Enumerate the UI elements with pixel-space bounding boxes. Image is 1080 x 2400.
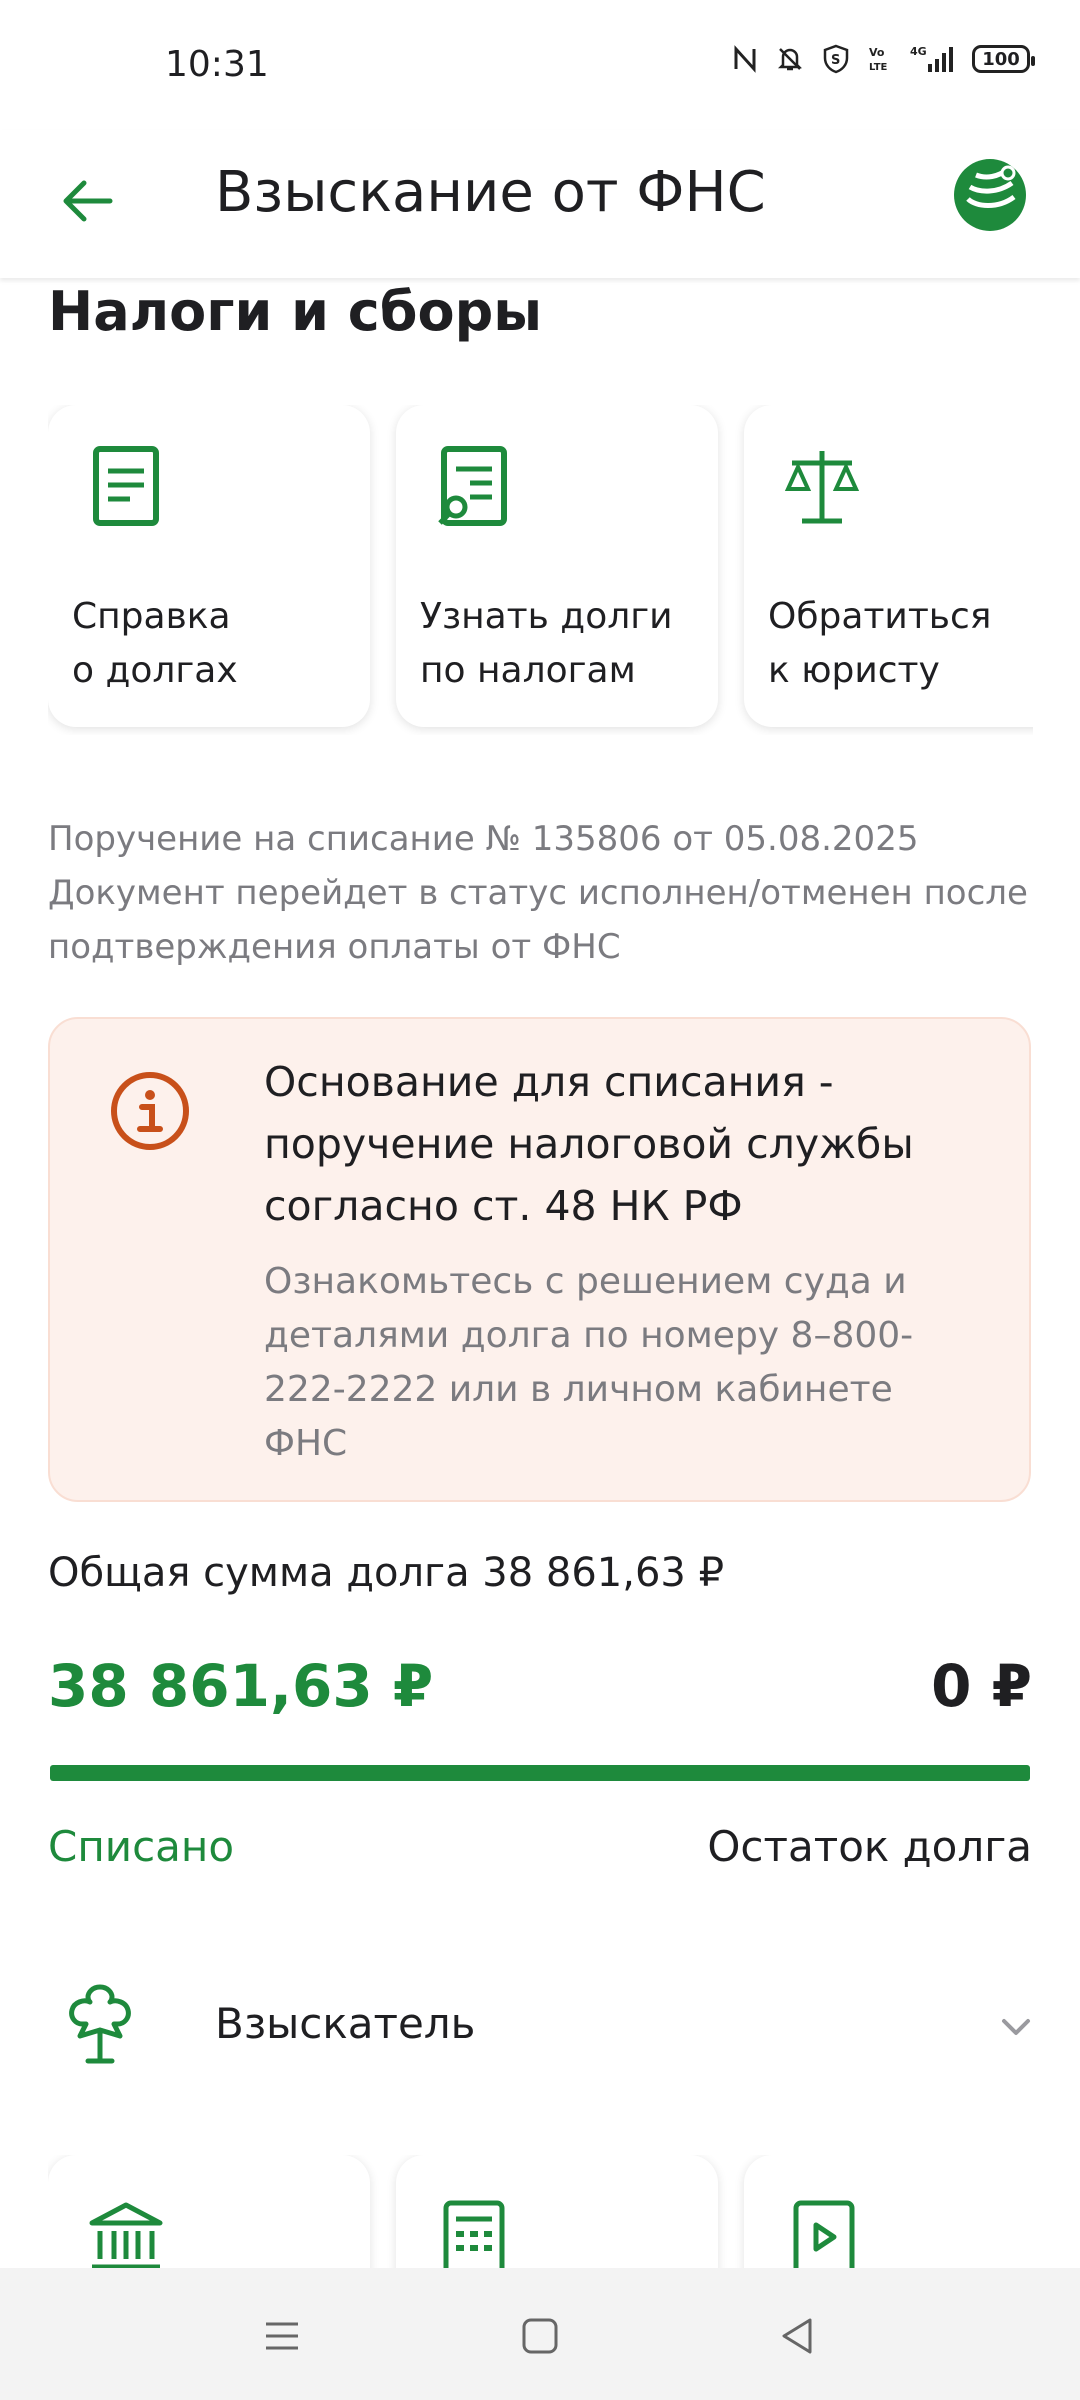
signal-4g-icon: 4G — [910, 45, 953, 72]
detail-card-video[interactable] — [744, 2155, 1033, 2275]
order-info: Поручение на списание № 135806 от 05.08.… — [48, 812, 1028, 974]
order-status-text-cont: подтверждения оплаты от ФНС — [48, 927, 621, 967]
paid-amount: 38 861,63 ₽ — [48, 1652, 434, 1720]
nav-back-button[interactable] — [768, 2306, 828, 2366]
remaining-amount: 0 ₽ — [931, 1652, 1032, 1720]
bell-muted-icon — [777, 48, 803, 71]
back-button[interactable] — [50, 165, 122, 237]
nfc-icon — [734, 45, 756, 73]
bank-icon — [89, 2202, 163, 2270]
home-square-icon — [522, 2318, 558, 2354]
sber-logo-icon — [954, 159, 1026, 231]
svg-text:LTE: LTE — [869, 62, 888, 73]
menu-icon — [266, 2322, 298, 2350]
debt-total-text: Общая сумма долга 38 861,63 ₽ — [48, 1550, 725, 1596]
action-card-label: Узнать долги по налогам — [420, 596, 673, 691]
section-title: Налоги и сборы — [48, 280, 543, 343]
nav-menu-button[interactable] — [252, 2306, 312, 2366]
remaining-label: Остаток долга — [707, 1822, 1032, 1871]
emblem-icon — [69, 1984, 131, 2064]
arrow-left-icon — [63, 180, 113, 222]
back-triangle-icon — [782, 2318, 812, 2354]
status-icons: S Vo LTE 4G 100 — [732, 44, 1035, 74]
volte-icon: Vo LTE — [869, 46, 888, 73]
detail-card-calculator[interactable] — [396, 2155, 718, 2275]
action-card-label: Справка о долгах — [72, 596, 238, 691]
quick-actions-carousel[interactable]: Справка о долгах Узнать долги по налогам… — [48, 405, 1033, 735]
details-carousel[interactable] — [48, 2155, 1033, 2275]
document-icon — [93, 446, 159, 526]
calculator-icon — [443, 2200, 505, 2275]
action-card-debt-certificate[interactable]: Справка о долгах — [48, 405, 370, 727]
paid-label: Списано — [48, 1822, 235, 1871]
battery-icon: 100 — [972, 45, 1035, 73]
nav-home-button[interactable] — [510, 2306, 570, 2366]
action-card-tax-debts[interactable]: Узнать долги по налогам — [396, 405, 718, 727]
svg-text:4G: 4G — [910, 45, 927, 58]
debt-progress-fill — [50, 1765, 1030, 1781]
document-search-icon — [438, 446, 507, 526]
status-bar: 10:31 S Vo LTE 4G 100 — [0, 0, 1080, 130]
info-icon — [111, 1072, 189, 1150]
collector-label: Взыскатель — [215, 1999, 476, 2048]
debt-progress-bar — [50, 1765, 1030, 1781]
notice-body: Ознакомьтесь с решением суда и деталями … — [264, 1261, 914, 1464]
detail-card-bank[interactable] — [48, 2155, 370, 2275]
action-card-label: Обратиться к юристу — [768, 596, 992, 691]
video-play-icon — [793, 2200, 855, 2275]
app-header: Взыскание от ФНС — [0, 130, 1080, 278]
page-title: Взыскание от ФНС — [215, 160, 766, 225]
action-card-lawyer[interactable]: Обратиться к юристу — [744, 405, 1033, 727]
chevron-down-icon[interactable] — [992, 2003, 1040, 2051]
shield-icon: S — [823, 44, 849, 74]
collector-expander[interactable]: Взыскатель — [0, 1955, 1080, 2095]
system-nav-bar — [0, 2268, 1080, 2400]
status-time: 10:31 — [165, 44, 269, 85]
scales-icon — [784, 451, 860, 524]
order-status-text: Документ перейдет в статус исполнен/отме… — [48, 873, 1028, 913]
svg-text:Vo: Vo — [869, 46, 885, 59]
svg-text:S: S — [831, 53, 840, 68]
order-number-text: Поручение на списание № 135806 от 05.08.… — [48, 819, 919, 859]
notice-title: Основание для списания - поручение налог… — [264, 1058, 914, 1230]
notice-box: Основание для списания - поручение налог… — [48, 1017, 1031, 1502]
